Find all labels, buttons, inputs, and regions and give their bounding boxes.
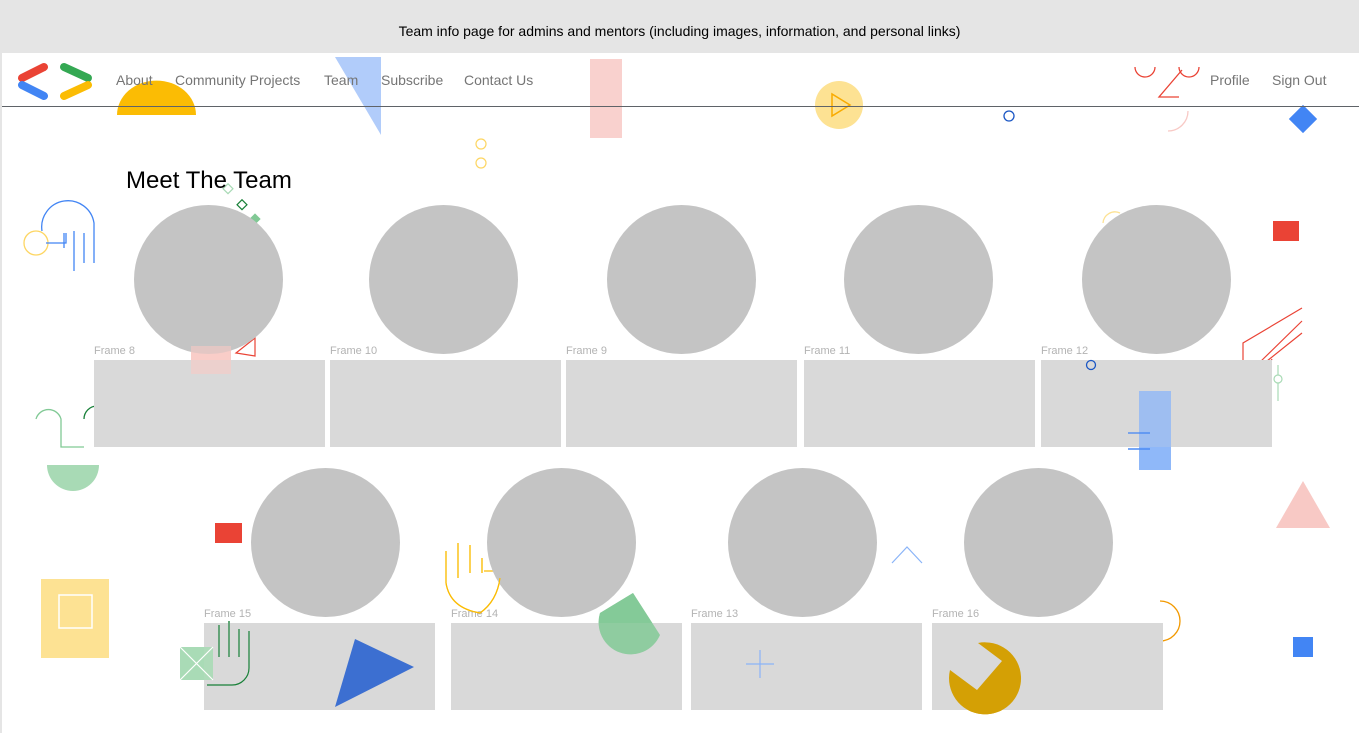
frame-label: Frame 10 — [330, 345, 378, 357]
developer-logo-icon[interactable] — [14, 61, 96, 101]
team-member-card[interactable] — [1041, 360, 1272, 447]
team-member-card[interactable] — [932, 623, 1163, 710]
nav-community-projects[interactable]: Community Projects — [175, 72, 300, 88]
team-member-avatar[interactable] — [964, 468, 1113, 617]
team-member-card[interactable] — [804, 360, 1035, 447]
frame-label: Frame 13 — [691, 608, 739, 620]
team-member-avatar[interactable] — [1082, 205, 1231, 354]
nav-sign-out[interactable]: Sign Out — [1272, 72, 1326, 88]
team-member-avatar[interactable] — [844, 205, 993, 354]
frame-label: Frame 14 — [451, 608, 499, 620]
frame-label: Frame 8 — [94, 345, 135, 357]
nav-subscribe[interactable]: Subscribe — [381, 72, 443, 88]
frame-label: Frame 16 — [932, 608, 980, 620]
frame-label: Frame 9 — [566, 345, 607, 357]
team-member-card[interactable] — [330, 360, 561, 447]
team-member-card[interactable] — [451, 623, 682, 710]
nav-divider — [2, 106, 1359, 107]
team-member-avatar[interactable] — [134, 205, 283, 354]
nav-profile[interactable]: Profile — [1210, 72, 1250, 88]
nav-about[interactable]: About — [116, 72, 153, 88]
frame-label: Frame 11 — [804, 345, 851, 357]
nav-contact-us[interactable]: Contact Us — [464, 72, 533, 88]
frame-label: Frame 15 — [204, 608, 252, 620]
team-member-avatar[interactable] — [369, 205, 518, 354]
team-member-card[interactable] — [566, 360, 797, 447]
page-description-banner: Team info page for admins and mentors (i… — [0, 0, 1359, 53]
team-member-avatar[interactable] — [607, 205, 756, 354]
team-member-card[interactable] — [94, 360, 325, 447]
team-member-avatar[interactable] — [728, 468, 877, 617]
frame-label: Frame 12 — [1041, 345, 1089, 357]
team-page-canvas: About Community Projects Team Subscribe … — [2, 53, 1359, 733]
page-title: Meet The Team — [126, 167, 292, 194]
nav-team[interactable]: Team — [324, 72, 358, 88]
team-member-avatar[interactable] — [251, 468, 400, 617]
team-member-avatar[interactable] — [487, 468, 636, 617]
team-member-card[interactable] — [691, 623, 922, 710]
team-member-card[interactable] — [204, 623, 435, 710]
